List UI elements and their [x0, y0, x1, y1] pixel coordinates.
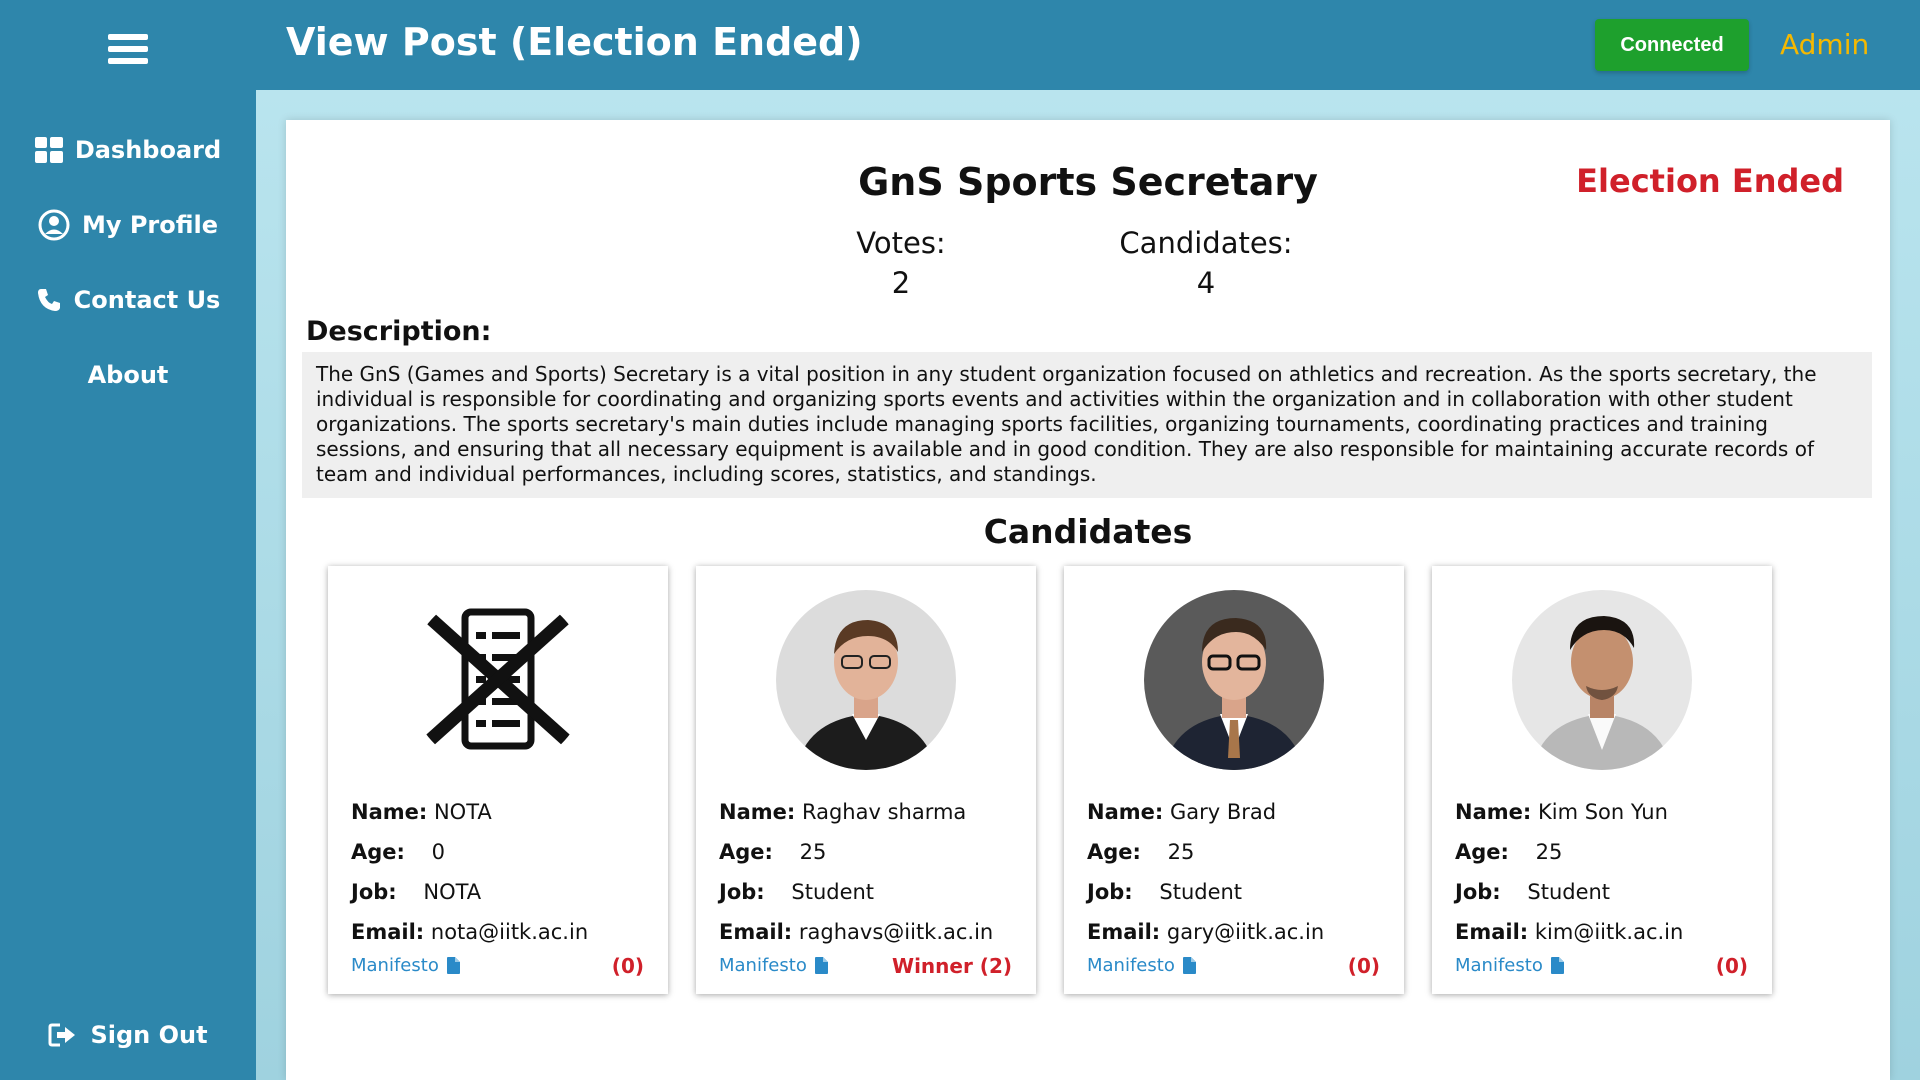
- person-photo-icon: [776, 590, 956, 770]
- manifesto-link[interactable]: Manifesto: [1455, 955, 1564, 976]
- votes-label: Votes:: [856, 226, 946, 260]
- job-label: Job:: [351, 880, 397, 904]
- sign-out-icon: [48, 1023, 76, 1047]
- votes-stat: Votes: 2: [846, 226, 956, 300]
- description-label: Description:: [306, 316, 492, 347]
- candidates-label: Candidates:: [1119, 226, 1293, 260]
- manifesto-label: Manifesto: [351, 955, 439, 976]
- election-status-badge: Election Ended: [1576, 162, 1844, 200]
- manifesto-label: Manifesto: [719, 955, 807, 976]
- sidebar-item-dashboard[interactable]: Dashboard: [0, 128, 256, 172]
- manifesto-link[interactable]: Manifesto: [719, 955, 828, 976]
- candidate-card-gary: Name: Gary Brad Age: 25 Job: Student Ema…: [1064, 566, 1404, 994]
- file-icon: [446, 957, 460, 974]
- sidebar-item-label: My Profile: [81, 211, 219, 239]
- candidate-card-kim: Name: Kim Son Yun Age: 25 Job: Student E…: [1432, 566, 1772, 994]
- manifesto-link[interactable]: Manifesto: [351, 955, 460, 976]
- candidate-name: NOTA: [433, 800, 492, 824]
- candidate-age: 0: [431, 840, 446, 864]
- candidate-name: Kim Son Yun: [1537, 800, 1668, 824]
- candidate-job: NOTA: [423, 880, 482, 904]
- candidate-job: Student: [1159, 880, 1243, 904]
- sidebar: Dashboard My Profile Contact Us About Si…: [0, 0, 256, 1080]
- sign-out-button[interactable]: Sign Out: [0, 1013, 256, 1057]
- sidebar-item-label: About: [87, 361, 169, 389]
- post-card: GnS Sports Secretary Election Ended Vote…: [286, 120, 1890, 1080]
- person-photo-icon: [1144, 590, 1324, 770]
- candidate-info: Name: NOTA Age: 0 Job: NOTA Email: nota@…: [351, 800, 588, 960]
- candidate-email: kim@iitk.ac.in: [1534, 920, 1684, 944]
- job-label: Job:: [1087, 880, 1133, 904]
- job-label: Job:: [1455, 880, 1501, 904]
- person-photo-icon: [1512, 590, 1692, 770]
- candidate-photo: [1512, 590, 1692, 770]
- manifesto-label: Manifesto: [1455, 955, 1543, 976]
- sign-out-label: Sign Out: [90, 1021, 208, 1049]
- main-area: GnS Sports Secretary Election Ended Vote…: [256, 90, 1920, 1080]
- manifesto-label: Manifesto: [1087, 955, 1175, 976]
- user-circle-icon: [38, 209, 70, 241]
- hamburger-menu-icon[interactable]: [108, 34, 148, 70]
- candidates-heading: Candidates: [983, 512, 1193, 551]
- vote-result: (0): [1715, 954, 1748, 978]
- candidate-age: 25: [799, 840, 827, 864]
- candidate-age: 25: [1167, 840, 1195, 864]
- candidate-job: Student: [791, 880, 875, 904]
- name-label: Name:: [351, 800, 428, 824]
- file-icon: [1550, 957, 1564, 974]
- nota-avatar: [408, 590, 588, 770]
- candidate-email: nota@iitk.ac.in: [430, 920, 589, 944]
- candidates-count: 4: [1196, 266, 1216, 300]
- vote-result: (0): [1347, 954, 1380, 978]
- page-title: View Post (Election Ended): [286, 20, 863, 64]
- candidate-card-nota: Name: NOTA Age: 0 Job: NOTA Email: nota@…: [328, 566, 668, 994]
- candidate-name: Gary Brad: [1169, 800, 1277, 824]
- name-label: Name:: [719, 800, 796, 824]
- vote-result-winner: Winner (2): [892, 954, 1012, 978]
- candidate-email: gary@iitk.ac.in: [1166, 920, 1325, 944]
- candidate-age: 25: [1535, 840, 1563, 864]
- email-label: Email:: [1455, 920, 1529, 944]
- candidate-name: Raghav sharma: [801, 800, 967, 824]
- file-icon: [814, 957, 828, 974]
- candidate-email: raghavs@iitk.ac.in: [798, 920, 994, 944]
- phone-icon: [37, 289, 60, 311]
- candidate-info: Name: Kim Son Yun Age: 25 Job: Student E…: [1455, 800, 1683, 960]
- nota-icon: [408, 590, 588, 770]
- manifesto-link[interactable]: Manifesto: [1087, 955, 1196, 976]
- dashboard-icon: [34, 137, 63, 163]
- connected-button[interactable]: Connected: [1595, 19, 1749, 71]
- age-label: Age:: [351, 840, 405, 864]
- admin-link[interactable]: Admin: [1780, 28, 1869, 61]
- candidates-stat: Candidates: 4: [1106, 226, 1306, 300]
- job-label: Job:: [719, 880, 765, 904]
- description-text: The GnS (Games and Sports) Secretary is …: [302, 352, 1872, 498]
- candidate-photo: [1144, 590, 1324, 770]
- file-icon: [1182, 957, 1196, 974]
- votes-count: 2: [891, 266, 911, 300]
- candidate-info: Name: Raghav sharma Age: 25 Job: Student…: [719, 800, 993, 960]
- name-label: Name:: [1455, 800, 1532, 824]
- sidebar-item-label: Contact Us: [73, 286, 221, 314]
- sidebar-item-label: Dashboard: [74, 136, 222, 164]
- email-label: Email:: [719, 920, 793, 944]
- vote-result: (0): [611, 954, 644, 978]
- email-label: Email:: [1087, 920, 1161, 944]
- sidebar-item-contact-us[interactable]: Contact Us: [0, 278, 256, 322]
- candidate-info: Name: Gary Brad Age: 25 Job: Student Ema…: [1087, 800, 1324, 960]
- candidate-photo: [776, 590, 956, 770]
- sidebar-item-about[interactable]: About: [0, 353, 256, 397]
- top-header: View Post (Election Ended) Connected Adm…: [256, 0, 1920, 90]
- candidate-job: Student: [1527, 880, 1611, 904]
- age-label: Age:: [719, 840, 773, 864]
- name-label: Name:: [1087, 800, 1164, 824]
- age-label: Age:: [1087, 840, 1141, 864]
- age-label: Age:: [1455, 840, 1509, 864]
- email-label: Email:: [351, 920, 425, 944]
- candidate-card-raghav: Name: Raghav sharma Age: 25 Job: Student…: [696, 566, 1036, 994]
- sidebar-item-my-profile[interactable]: My Profile: [0, 203, 256, 247]
